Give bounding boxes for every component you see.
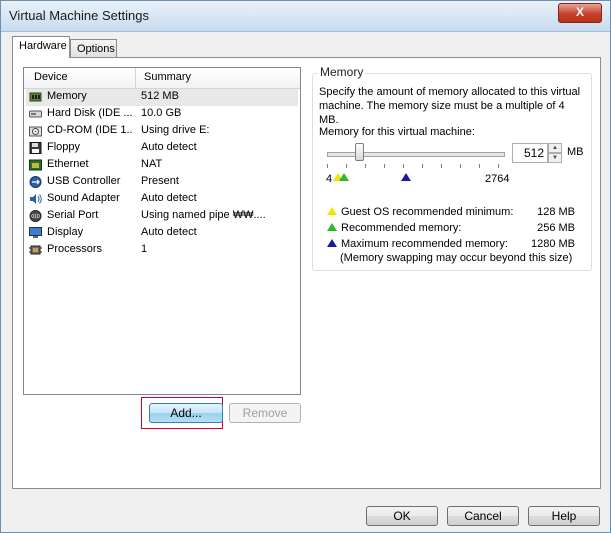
usb-icon xyxy=(29,176,42,188)
device-name: Hard Disk (IDE ... xyxy=(47,107,133,119)
cancel-button[interactable]: Cancel xyxy=(447,506,519,526)
memory-spinner[interactable]: ▲ ▼ xyxy=(548,143,562,163)
device-row-sound[interactable]: Sound Adapter Auto detect xyxy=(26,191,298,208)
spin-up-icon[interactable]: ▲ xyxy=(548,143,562,153)
memory-description: Specify the amount of memory allocated t… xyxy=(319,86,581,126)
range-max-label: 2764 xyxy=(485,173,510,185)
device-summary: NAT xyxy=(141,158,163,170)
device-name: Processors xyxy=(47,243,103,255)
legend-label: Guest OS recommended minimum: xyxy=(341,206,514,218)
device-summary: Auto detect xyxy=(141,192,197,204)
memory-unit: MB xyxy=(567,146,584,158)
max-recommended-marker-icon xyxy=(401,173,411,181)
memory-slider-track[interactable] xyxy=(327,152,505,157)
display-icon xyxy=(29,227,42,238)
legend-max-row: Maximum recommended memory: xyxy=(327,238,508,250)
svg-text:010: 010 xyxy=(31,214,40,220)
range-min-label: 4 xyxy=(326,173,333,185)
column-divider[interactable] xyxy=(135,68,136,88)
device-summary: Auto detect xyxy=(141,226,197,238)
serial-port-icon: 010 xyxy=(29,210,42,222)
cdrom-icon xyxy=(29,126,42,137)
device-name: Memory xyxy=(47,90,87,102)
hard-disk-icon xyxy=(29,110,42,118)
device-list[interactable]: Device Summary Memory 512 MB Hard Disk (… xyxy=(23,67,301,395)
device-summary: 1 xyxy=(141,243,148,255)
remove-button[interactable]: Remove xyxy=(229,403,301,423)
memory-slider-thumb[interactable] xyxy=(355,143,364,161)
device-row-cdrom[interactable]: CD-ROM (IDE 1... Using drive E: xyxy=(26,123,298,140)
device-row-ethernet[interactable]: Ethernet NAT xyxy=(26,157,298,174)
hardware-tab-page: Device Summary Memory 512 MB Hard Disk (… xyxy=(12,57,601,489)
device-name: Serial Port xyxy=(47,209,99,221)
device-row-serial-port[interactable]: 010 Serial Port Using named pipe ₩₩.... xyxy=(26,208,298,225)
tab-hardware[interactable]: Hardware xyxy=(12,36,70,58)
column-header-summary[interactable]: Summary xyxy=(144,71,191,83)
yellow-triangle-icon xyxy=(327,207,337,215)
device-name: CD-ROM (IDE 1... xyxy=(47,124,133,136)
add-button[interactable]: Add... xyxy=(149,403,223,423)
recommended-marker-icon xyxy=(339,173,349,181)
legend-label: Recommended memory: xyxy=(341,222,462,234)
spin-down-icon[interactable]: ▼ xyxy=(548,153,562,163)
blue-triangle-icon xyxy=(327,239,337,247)
sound-icon xyxy=(30,194,42,204)
legend-value: 256 MB xyxy=(537,222,575,234)
device-row-hard-disk[interactable]: Hard Disk (IDE ... 10.0 GB xyxy=(26,106,298,123)
device-summary: Auto detect xyxy=(141,141,197,153)
device-name: Ethernet xyxy=(47,158,89,170)
close-button[interactable]: X xyxy=(558,3,602,23)
memory-size-input[interactable]: 512 xyxy=(512,143,548,163)
memory-group-title: Memory xyxy=(318,65,366,79)
tab-options[interactable]: Options xyxy=(70,39,117,59)
device-row-processors[interactable]: Processors 1 xyxy=(26,242,298,259)
title-bar[interactable]: Virtual Machine Settings X xyxy=(1,1,610,32)
memory-group: Memory Specify the amount of memory allo… xyxy=(312,65,592,271)
device-row-floppy[interactable]: Floppy Auto detect xyxy=(26,140,298,157)
memory-field-label: Memory for this virtual machine: xyxy=(319,126,475,138)
device-summary: Using named pipe ₩₩.... xyxy=(141,209,266,221)
legend-min-row: Guest OS recommended minimum: xyxy=(327,206,513,218)
slider-ticks xyxy=(327,164,505,168)
legend-value: 1280 MB xyxy=(530,238,575,250)
device-name: USB Controller xyxy=(47,175,121,187)
window-title: Virtual Machine Settings xyxy=(9,8,149,23)
device-summary: Present xyxy=(141,175,179,187)
device-name: Floppy xyxy=(47,141,81,153)
device-name: Display xyxy=(47,226,84,238)
device-row-display[interactable]: Display Auto detect xyxy=(26,225,298,242)
device-summary: 512 MB xyxy=(141,90,179,102)
legend-value: 128 MB xyxy=(537,206,575,218)
floppy-icon xyxy=(29,142,42,154)
close-icon: X xyxy=(575,5,584,19)
vm-settings-window: Virtual Machine Settings X Hardware Opti… xyxy=(0,0,611,533)
device-name: Sound Adapter xyxy=(47,192,120,204)
device-summary: Using drive E: xyxy=(141,124,210,136)
legend-label: Maximum recommended memory: xyxy=(341,238,508,250)
help-button[interactable]: Help xyxy=(528,506,600,526)
device-summary: 10.0 GB xyxy=(141,107,182,119)
processor-icon xyxy=(29,245,42,255)
device-row-usb[interactable]: USB Controller Present xyxy=(26,174,298,191)
memory-icon xyxy=(29,92,42,102)
ok-button[interactable]: OK xyxy=(366,506,438,526)
device-row-memory[interactable]: Memory 512 MB xyxy=(26,89,298,106)
column-header-device[interactable]: Device xyxy=(34,71,68,83)
memory-swap-note: (Memory swapping may occur beyond this s… xyxy=(340,252,573,264)
list-header: Device Summary xyxy=(24,68,300,89)
ethernet-icon xyxy=(29,159,42,171)
green-triangle-icon xyxy=(327,223,337,231)
legend-recommended-row: Recommended memory: xyxy=(327,222,461,234)
